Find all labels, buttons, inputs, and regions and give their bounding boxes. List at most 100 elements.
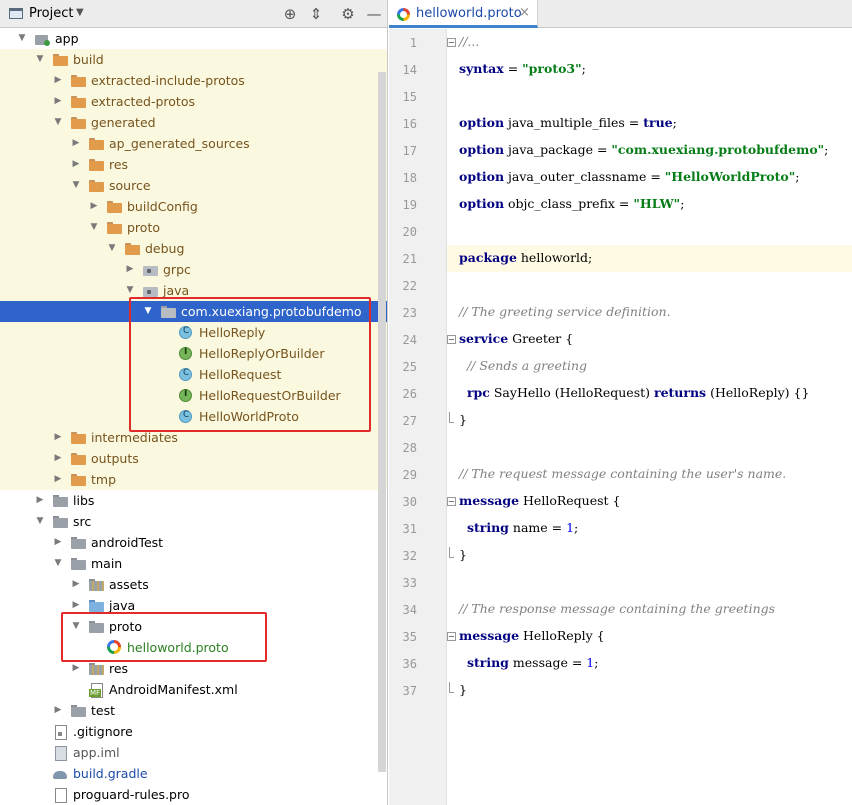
code-line[interactable]: //... — [447, 29, 852, 56]
expand-down-icon[interactable]: ▼ — [53, 116, 63, 128]
collapse-all-icon[interactable]: ⇕ — [306, 4, 326, 24]
tree-item-build-gradle[interactable]: build.gradle — [0, 763, 387, 784]
expand-right-icon[interactable]: ▶ — [53, 536, 63, 548]
fold-end-icon[interactable] — [449, 412, 454, 423]
tree-item-java[interactable]: ▼ java — [0, 280, 387, 301]
code-line[interactable]: // The request message containing the us… — [447, 461, 852, 488]
expand-right-icon[interactable]: ▶ — [53, 74, 63, 86]
tree-item-hellorequestorbuilder[interactable]: HelloRequestOrBuilder — [0, 385, 387, 406]
expand-down-icon[interactable]: ▼ — [71, 620, 81, 632]
expand-right-icon[interactable]: ▶ — [35, 494, 45, 506]
expand-right-icon[interactable]: ▶ — [71, 578, 81, 590]
expand-down-icon[interactable]: ▼ — [125, 284, 135, 296]
tree-item-androidtest[interactable]: ▶ androidTest — [0, 532, 387, 553]
expand-right-icon[interactable]: ▶ — [89, 200, 99, 212]
tree-item-helloreply[interactable]: HelloReply — [0, 322, 387, 343]
code-line[interactable]: string name = 1; — [447, 515, 852, 542]
tree-item-extracted-protos[interactable]: ▶ extracted-protos — [0, 91, 387, 112]
tree-item-helloworldproto[interactable]: HelloWorldProto — [0, 406, 387, 427]
fold-marker-icon[interactable] — [447, 632, 456, 641]
code-line[interactable]: service Greeter { — [447, 326, 852, 353]
tab-helloworld-proto[interactable]: helloworld.proto × — [389, 0, 538, 28]
tree-item-ap-generated-sources[interactable]: ▶ ap_generated_sources — [0, 133, 387, 154]
expand-down-icon[interactable]: ▼ — [17, 32, 27, 44]
code-line[interactable]: rpc SayHello (HelloRequest) returns (Hel… — [447, 380, 852, 407]
code-line[interactable] — [447, 218, 852, 245]
tree-item-intermediates[interactable]: ▶ intermediates — [0, 427, 387, 448]
tree-item-java[interactable]: ▶ java — [0, 595, 387, 616]
code-line[interactable]: option objc_class_prefix = "HLW"; — [447, 191, 852, 218]
code-line[interactable]: string message = 1; — [447, 650, 852, 677]
code-line[interactable] — [447, 569, 852, 596]
tree-item-debug[interactable]: ▼ debug — [0, 238, 387, 259]
expand-down-icon[interactable]: ▼ — [89, 221, 99, 233]
fold-end-icon[interactable] — [449, 547, 454, 558]
tree-item-extracted-include-protos[interactable]: ▶ extracted-include-protos — [0, 70, 387, 91]
tree-item-src[interactable]: ▼ src — [0, 511, 387, 532]
code-line[interactable] — [447, 83, 852, 110]
fold-marker-icon[interactable] — [447, 335, 456, 344]
expand-right-icon[interactable]: ▶ — [71, 599, 81, 611]
tree-item-proto[interactable]: ▼ proto — [0, 217, 387, 238]
code-line[interactable]: // The response message containing the g… — [447, 596, 852, 623]
tree-item-test[interactable]: ▶ test — [0, 700, 387, 721]
code-line[interactable]: option java_outer_classname = "HelloWorl… — [447, 164, 852, 191]
tree-item-com-xuexiang-protobufdemo[interactable]: ▼ com.xuexiang.protobufdemo — [0, 301, 387, 322]
fold-end-icon[interactable] — [449, 682, 454, 693]
expand-right-icon[interactable]: ▶ — [53, 452, 63, 464]
expand-right-icon[interactable]: ▶ — [53, 704, 63, 716]
tree-item-app-iml[interactable]: app.iml — [0, 742, 387, 763]
expand-right-icon[interactable]: ▶ — [71, 662, 81, 674]
code-line[interactable] — [447, 434, 852, 461]
code-line[interactable]: package helloworld; — [447, 245, 852, 272]
tree-item-grpc[interactable]: ▶ grpc — [0, 259, 387, 280]
expand-right-icon[interactable]: ▶ — [53, 431, 63, 443]
close-icon[interactable]: × — [519, 5, 530, 20]
tree-item-tmp[interactable]: ▶ tmp — [0, 469, 387, 490]
tree-item-buildconfig[interactable]: ▶ buildConfig — [0, 196, 387, 217]
code-line[interactable] — [447, 272, 852, 299]
expand-right-icon[interactable]: ▶ — [53, 473, 63, 485]
code-line[interactable]: message HelloRequest { — [447, 488, 852, 515]
code-line[interactable]: option java_package = "com.xuexiang.prot… — [447, 137, 852, 164]
tree-item-source[interactable]: ▼ source — [0, 175, 387, 196]
tree-item-res[interactable]: ▶ res — [0, 658, 387, 679]
tree-item-helloreplyorbuilder[interactable]: HelloReplyOrBuilder — [0, 343, 387, 364]
chevron-down-icon[interactable]: ▼ — [76, 7, 84, 18]
expand-right-icon[interactable]: ▶ — [53, 95, 63, 107]
fold-marker-icon[interactable] — [447, 38, 456, 47]
expand-right-icon[interactable]: ▶ — [71, 158, 81, 170]
tree-scrollbar[interactable] — [378, 72, 386, 772]
tree-item-libs[interactable]: ▶ libs — [0, 490, 387, 511]
code-line[interactable]: message HelloReply { — [447, 623, 852, 650]
code-line[interactable]: } — [447, 407, 852, 434]
tree-item-app[interactable]: ▼ app — [0, 28, 387, 49]
tree-item-hellorequest[interactable]: HelloRequest — [0, 364, 387, 385]
expand-down-icon[interactable]: ▼ — [71, 179, 81, 191]
expand-down-icon[interactable]: ▼ — [35, 53, 45, 65]
locate-icon[interactable]: ⊕ — [280, 4, 300, 24]
tree-item-assets[interactable]: ▶ assets — [0, 574, 387, 595]
tree-item-outputs[interactable]: ▶ outputs — [0, 448, 387, 469]
expand-down-icon[interactable]: ▼ — [143, 305, 153, 317]
tree-item-proto[interactable]: ▼ proto — [0, 616, 387, 637]
code-area[interactable]: //... syntax = "proto3"; option java_multi… — [447, 29, 852, 805]
fold-marker-icon[interactable] — [447, 497, 456, 506]
code-line[interactable]: option java_multiple_files = true; — [447, 110, 852, 137]
expand-down-icon[interactable]: ▼ — [35, 515, 45, 527]
tree-item-res[interactable]: ▶ res — [0, 154, 387, 175]
tree-item-androidmanifest-xml[interactable]: AndroidManifest.xml — [0, 679, 387, 700]
hide-icon[interactable]: — — [364, 4, 384, 24]
gear-icon[interactable]: ⚙ — [338, 4, 358, 24]
expand-down-icon[interactable]: ▼ — [107, 242, 117, 254]
expand-right-icon[interactable]: ▶ — [71, 137, 81, 149]
tree-item-proguard-rules-pro[interactable]: proguard-rules.pro — [0, 784, 387, 805]
code-line[interactable]: } — [447, 542, 852, 569]
tree-item--gitignore[interactable]: .gitignore — [0, 721, 387, 742]
tree-item-main[interactable]: ▼ main — [0, 553, 387, 574]
project-view-selector[interactable]: Project — [29, 6, 73, 21]
code-line[interactable]: // The greeting service definition. — [447, 299, 852, 326]
tree-item-build[interactable]: ▼ build — [0, 49, 387, 70]
code-line[interactable]: } — [447, 677, 852, 704]
tree-item-generated[interactable]: ▼ generated — [0, 112, 387, 133]
